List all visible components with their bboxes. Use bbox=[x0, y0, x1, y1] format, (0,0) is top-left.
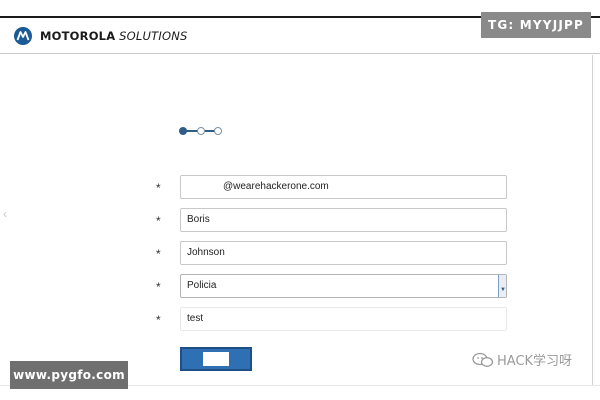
required-marker: * bbox=[156, 214, 161, 228]
required-marker: * bbox=[156, 247, 161, 261]
chevron-left-icon[interactable]: ‹ bbox=[3, 207, 7, 221]
form-row-email: * @wearehackerone.com bbox=[150, 175, 520, 201]
chevron-down-icon[interactable]: ▼ bbox=[498, 275, 506, 297]
brand-subtitle: SOLUTIONS bbox=[119, 29, 188, 43]
email-field[interactable]: @wearehackerone.com bbox=[180, 175, 507, 199]
role-select[interactable]: Policia ▼ bbox=[180, 274, 507, 298]
watermark: HACK学习呀 bbox=[472, 350, 572, 369]
form-row-first-name: * Boris bbox=[150, 208, 520, 234]
brand-name: MOTOROLA SOLUTIONS bbox=[40, 29, 188, 43]
progress-stepper bbox=[179, 126, 223, 136]
stepper-step-2 bbox=[197, 127, 205, 135]
stepper-step-3 bbox=[214, 127, 222, 135]
first-name-field[interactable]: Boris bbox=[180, 208, 507, 232]
motorola-logo-icon bbox=[14, 27, 32, 45]
role-select-value: Policia bbox=[187, 280, 217, 291]
page-right-border bbox=[592, 55, 593, 385]
submit-button[interactable] bbox=[180, 347, 252, 371]
required-marker: * bbox=[156, 181, 161, 195]
last-name-field[interactable]: Johnson bbox=[180, 241, 507, 265]
submit-button-label bbox=[203, 352, 229, 366]
required-marker: * bbox=[156, 280, 161, 294]
form-row-last-name: * Johnson bbox=[150, 241, 520, 267]
brand-logo[interactable]: MOTOROLA SOLUTIONS bbox=[14, 27, 188, 45]
required-marker: * bbox=[156, 313, 161, 327]
wechat-icon bbox=[472, 352, 494, 367]
brand-title: MOTOROLA bbox=[40, 29, 116, 43]
form-row-role: * Policia ▼ bbox=[150, 274, 520, 300]
password-field[interactable]: test bbox=[180, 307, 507, 331]
url-overlay-badge: www.pygfo.com bbox=[10, 361, 128, 389]
telegram-overlay-badge: TG: MYYJJPP bbox=[481, 12, 591, 38]
watermark-text: HACK学习呀 bbox=[497, 354, 573, 369]
stepper-step-1 bbox=[179, 127, 187, 135]
form-row-password: * test bbox=[150, 307, 520, 333]
